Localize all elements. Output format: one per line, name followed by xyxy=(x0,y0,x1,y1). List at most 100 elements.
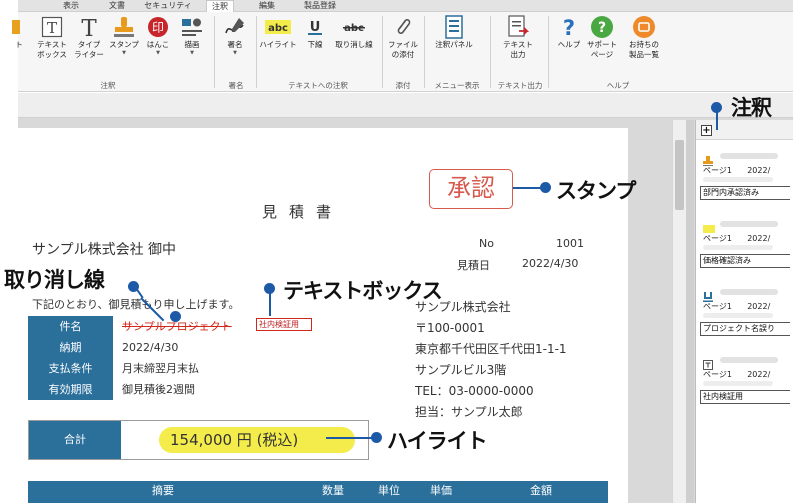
group-separator xyxy=(424,16,425,88)
text-box-button[interactable]: T テキスト ボックス xyxy=(32,14,72,80)
items-table-header: 摘要 数量 単位 単価 金額 xyxy=(28,481,608,503)
annotation-page-number: ページ1 xyxy=(703,234,732,243)
annotation-author-blurred xyxy=(720,289,778,295)
support-page-button[interactable]: ? サポート ページ xyxy=(584,14,620,80)
drawing-label: 描画 xyxy=(184,40,200,49)
highlight-label: ハイライト xyxy=(259,40,297,49)
tab-view[interactable]: 表示 xyxy=(58,0,84,12)
annotation-date: 2022/ xyxy=(747,370,771,379)
text-box-icon: T xyxy=(39,14,65,40)
annotation-note[interactable]: プロジェクト名誤り xyxy=(700,322,790,336)
group-separator xyxy=(548,16,549,88)
annotation-panel-button[interactable]: 注釈パネル xyxy=(426,14,482,80)
drawing-dropdown-arrow[interactable]: ▼ xyxy=(190,50,194,56)
annotation-item[interactable]: ページ1 2022/ 価格確認済み xyxy=(698,216,793,274)
hanko-button[interactable]: 印 はんこ ▼ xyxy=(142,14,174,80)
drawing-button[interactable]: 描画 ▼ xyxy=(176,14,208,80)
group-label-signature: 署名 xyxy=(228,81,244,90)
expand-all-icon[interactable]: + xyxy=(701,125,712,136)
vertical-scrollbar[interactable] xyxy=(672,120,686,503)
callout-stamp: スタンプ xyxy=(556,179,636,203)
support-glyph: ? xyxy=(598,20,606,36)
annotation-meta-blurred xyxy=(703,381,773,386)
header-unit: 単位 xyxy=(378,484,400,497)
support-icon: ? xyxy=(589,14,615,40)
typewriter-button[interactable]: T タイプ ライター xyxy=(72,14,106,80)
annotation-item[interactable]: ページ1 2022/ 部門内承認済み xyxy=(698,148,793,206)
products-list-button[interactable]: お持ちの 製品一覧 xyxy=(622,14,666,80)
strikethrough-button[interactable]: abc 取り消し線 xyxy=(332,14,376,80)
vendor-postal: 〒100-0001 xyxy=(415,321,485,335)
annotation-note[interactable]: 価格確認済み xyxy=(700,254,790,268)
quote-number-value: 1001 xyxy=(556,237,584,250)
annotation-date: 2022/ xyxy=(747,302,771,311)
strikethrough-annotation[interactable]: サンプルプロジェクト xyxy=(122,320,232,333)
vendor-phone: TEL：03-0000-0000 xyxy=(415,384,534,398)
header-unit-price: 単価 xyxy=(430,484,452,497)
total-value: 154,000 円 (税込) xyxy=(170,431,299,449)
scrollbar-thumb[interactable] xyxy=(675,140,684,210)
annotation-panel-icon xyxy=(441,14,467,40)
attach-file-button[interactable]: ファイル の添付 xyxy=(386,14,420,80)
info-label-delivery: 納期 xyxy=(28,337,113,358)
annotation-note[interactable]: 社内検証用 xyxy=(700,390,790,404)
stamp-icon xyxy=(703,151,713,166)
annotation-item[interactable]: ページ1 2022/ プロジェクト名誤り xyxy=(698,284,793,342)
approval-stamp[interactable]: 承認 xyxy=(429,169,513,209)
annotation-date: 2022/ xyxy=(747,166,771,175)
callout-line-textbox xyxy=(269,290,271,316)
help-button[interactable]: ? ヘルプ xyxy=(554,14,584,80)
drawing-icon xyxy=(179,14,205,40)
total-box: 合計 154,000 円 (税込) xyxy=(28,420,369,460)
header-amount: 金額 xyxy=(530,484,552,497)
ribbon: ト T テキスト ボックス T タイプ ライター スタンプ ▼ 印 はんこ ▼ … xyxy=(12,12,793,92)
stamp-button[interactable]: スタンプ ▼ xyxy=(106,14,142,80)
signature-dropdown-arrow[interactable]: ▼ xyxy=(233,50,237,56)
tab-security[interactable]: セキュリティ xyxy=(142,0,194,12)
annotation-meta-blurred xyxy=(703,313,773,318)
partial-tool-label: ト xyxy=(15,40,23,49)
annotation-page: ページ1 2022/ xyxy=(703,165,770,176)
textbox-annotation[interactable]: 社内検証用 xyxy=(256,318,312,331)
stamp-dropdown-arrow[interactable]: ▼ xyxy=(122,50,126,56)
annotation-meta-blurred xyxy=(703,245,773,250)
text-export-icon xyxy=(505,14,531,40)
typewriter-label: タイプ ライター xyxy=(74,40,104,59)
annotation-date: 2022/ xyxy=(747,234,771,243)
group-separator xyxy=(382,16,383,88)
annotation-author-blurred xyxy=(720,153,778,159)
panel-splitter[interactable] xyxy=(686,120,694,503)
signature-label: 署名 xyxy=(227,40,243,49)
group-label-annotation: 注釈 xyxy=(100,81,116,90)
highlight-glyph: abc xyxy=(268,23,288,34)
hanko-glyph: 印 xyxy=(152,21,164,35)
quote-date-label: 見積日 xyxy=(457,259,490,272)
partial-tool-icon xyxy=(6,14,32,40)
callout-dot-highlight xyxy=(371,432,382,443)
callout-strikethrough: 取り消し線 xyxy=(4,268,105,292)
vendor-contact: 担当：サンプル太郎 xyxy=(415,405,523,419)
tab-product-registration[interactable]: 製品登録 xyxy=(298,0,342,12)
hanko-dropdown-arrow[interactable]: ▼ xyxy=(156,50,160,56)
group-label-text-annotation: テキストへの注釈 xyxy=(288,81,348,90)
hanko-icon: 印 xyxy=(145,14,171,40)
tab-edit[interactable]: 編集 xyxy=(254,0,280,12)
highlight-button[interactable]: abc ハイライト xyxy=(258,14,298,80)
tab-document[interactable]: 文書 xyxy=(104,0,130,12)
quote-number-label: No xyxy=(479,237,494,250)
signature-button[interactable]: 署名 ▼ xyxy=(218,14,252,80)
annotation-panel: + ページ1 2022/ 部門内承認済み ページ1 2022/ 価格確認済み ペ… xyxy=(695,120,793,503)
quote-date-value: 2022/4/30 xyxy=(522,257,579,270)
vendor-building: サンプルビル3階 xyxy=(415,363,507,377)
annotation-item[interactable]: ページ1 2022/ 社内検証用 xyxy=(698,352,793,410)
underline-button[interactable]: U 下線 xyxy=(300,14,330,80)
partial-tool-button[interactable]: ト xyxy=(12,14,26,80)
text-export-button[interactable]: テキスト 出力 xyxy=(496,14,540,80)
annotation-panel-label: 注釈パネル xyxy=(435,40,473,49)
annotation-author-blurred xyxy=(720,221,778,227)
annotation-note[interactable]: 部門内承認済み xyxy=(700,186,790,200)
annotation-page-number: ページ1 xyxy=(703,166,732,175)
callout-dot-annotation xyxy=(711,102,722,113)
help-icon: ? xyxy=(556,14,582,40)
info-value-payment: 月末締翌月末払 xyxy=(122,362,199,375)
